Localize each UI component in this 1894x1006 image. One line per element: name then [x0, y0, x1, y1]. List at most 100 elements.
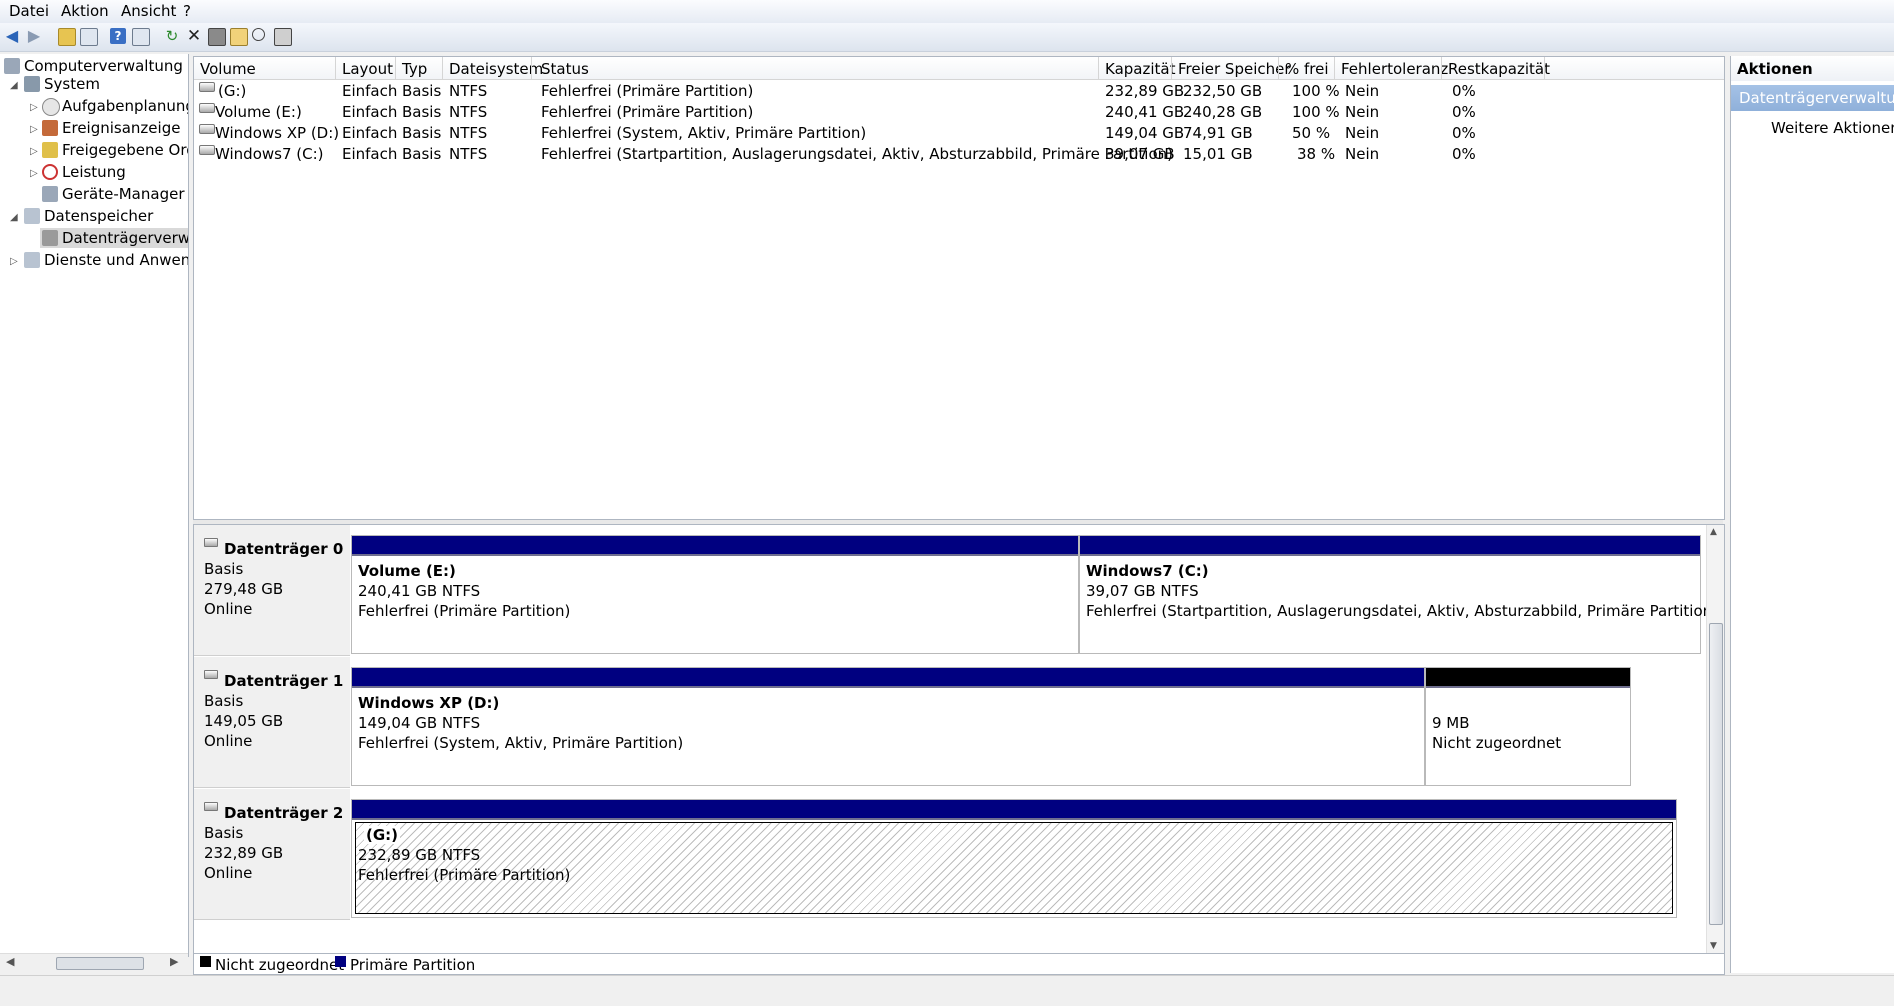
settings-icon[interactable]: [274, 28, 292, 46]
scroll-thumb[interactable]: [1709, 623, 1723, 925]
unallocated-swatch: [200, 956, 211, 967]
partition-g[interactable]: (G:) 232,89 GB NTFS Fehlerfrei (Primäre …: [351, 799, 1677, 918]
storage-icon: [24, 208, 40, 224]
primary-partition-bar: [352, 668, 1424, 688]
expand-arrow-icon[interactable]: ▷: [30, 124, 38, 135]
tree-root[interactable]: Computerverwaltung (Lo: [4, 56, 188, 76]
menu-file[interactable]: Datei: [9, 2, 49, 20]
scroll-up-icon[interactable]: ▲: [1710, 527, 1717, 537]
shared-folder-icon: [42, 142, 58, 158]
system-tools-icon: [24, 76, 40, 92]
column-layout[interactable]: Layout: [342, 60, 393, 78]
partition-windows-xp-d[interactable]: Windows XP (D:) 149,04 GB NTFS Fehlerfre…: [351, 667, 1425, 786]
search-icon[interactable]: [252, 28, 265, 41]
volume-list: Volume Layout Typ Dateisystem Status Kap…: [193, 56, 1725, 520]
status-bar: [0, 975, 1894, 1006]
show-hide-pane-icon[interactable]: [132, 28, 150, 46]
legend-unallocated: Nicht zugeordnet: [215, 956, 345, 974]
menu-view[interactable]: Ansicht: [121, 2, 176, 20]
table-row[interactable]: Volume (E:) Einfach Basis NTFS Fehlerfre…: [194, 101, 1724, 122]
console-tree-icon[interactable]: [80, 28, 98, 46]
actions-pane: Aktionen Datenträgerverwaltu... Weitere …: [1730, 56, 1894, 973]
disk-view: Datenträger 0 Basis 279,48 GB Online Vol…: [193, 524, 1725, 954]
menu-bar: Datei Aktion Ansicht ?: [0, 0, 1894, 23]
partition-windows7-c[interactable]: Windows7 (C:) 39,07 GB NTFS Fehlerfrei (…: [1079, 535, 1718, 654]
properties-icon[interactable]: [208, 28, 226, 46]
primary-partition-bar: [352, 536, 1078, 556]
drive-icon: [199, 145, 215, 155]
delete-icon[interactable]: ✕: [186, 28, 202, 45]
forward-icon[interactable]: ▶: [26, 28, 42, 44]
tree-item-services[interactable]: Dienste und Anwendu: [24, 250, 188, 270]
disk-icon: [204, 538, 218, 547]
back-icon[interactable]: ◀: [4, 28, 20, 44]
unallocated-bar: [1426, 668, 1630, 688]
up-folder-icon[interactable]: [58, 28, 76, 46]
tree-item-storage[interactable]: Datenspeicher: [24, 206, 153, 226]
volume-list-header: Volume Layout Typ Dateisystem Status Kap…: [194, 57, 1724, 80]
tree-item-task-scheduler[interactable]: Aufgabenplanung: [42, 96, 188, 116]
disk-1-label[interactable]: Datenträger 1 Basis 149,05 GB Online: [194, 657, 350, 788]
scroll-thumb[interactable]: [56, 957, 144, 970]
legend-primary: Primäre Partition: [350, 956, 476, 974]
open-icon[interactable]: [230, 28, 248, 46]
expand-arrow-icon[interactable]: ▷: [30, 146, 38, 157]
disk-icon: [204, 670, 218, 679]
primary-partition-bar: [352, 800, 1676, 820]
disk-2-label[interactable]: Datenträger 2 Basis 232,89 GB Online: [194, 789, 350, 920]
expand-arrow-icon[interactable]: ▷: [10, 256, 18, 267]
column-free-space[interactable]: Freier Speicher: [1178, 60, 1291, 78]
tree-item-device-manager[interactable]: Geräte-Manager: [42, 184, 184, 204]
column-fault-tolerance[interactable]: Fehlertoleranz: [1341, 60, 1448, 78]
tree-item-event-viewer[interactable]: Ereignisanzeige: [42, 118, 180, 138]
table-row[interactable]: (G:) Einfach Basis NTFS Fehlerfrei (Prim…: [194, 80, 1724, 101]
collapse-arrow-icon[interactable]: ◢: [10, 80, 18, 91]
console-tree: Computerverwaltung (Lo ◢ System ▷ Aufgab…: [0, 54, 189, 957]
column-status[interactable]: Status: [541, 60, 589, 78]
column-percent-free[interactable]: % frei: [1285, 60, 1329, 78]
tree-item-performance[interactable]: Leistung: [42, 162, 126, 182]
device-manager-icon: [42, 186, 58, 202]
actions-header: Aktionen: [1731, 56, 1894, 81]
performance-icon: [42, 164, 58, 180]
event-viewer-icon: [42, 120, 58, 136]
tree-item-disk-management[interactable]: Datenträgerverwalt: [40, 228, 188, 248]
menu-action[interactable]: Aktion: [61, 2, 109, 20]
drive-icon: [199, 103, 215, 113]
menu-help[interactable]: ?: [183, 2, 191, 20]
partition-unallocated[interactable]: 9 MB Nicht zugeordnet: [1425, 667, 1631, 786]
column-type[interactable]: Typ: [402, 60, 427, 78]
clock-icon: [42, 98, 60, 116]
services-icon: [24, 252, 40, 268]
column-volume[interactable]: Volume: [200, 60, 256, 78]
actions-disk-management[interactable]: Datenträgerverwaltu...: [1731, 85, 1894, 111]
tree-item-shared-folders[interactable]: Freigegebene Ordn: [42, 140, 188, 160]
disk-view-vertical-scrollbar[interactable]: ▲ ▼: [1706, 525, 1724, 953]
scroll-right-icon[interactable]: ▶: [170, 955, 178, 968]
table-row[interactable]: Windows XP (D:) Einfach Basis NTFS Fehle…: [194, 122, 1724, 143]
primary-swatch: [335, 956, 346, 967]
more-actions-link[interactable]: Weitere Aktionen: [1771, 119, 1894, 137]
table-row[interactable]: Windows7 (C:) Einfach Basis NTFS Fehlerf…: [194, 143, 1724, 164]
tree-item-system[interactable]: System: [24, 74, 100, 94]
help-icon[interactable]: ?: [110, 28, 126, 44]
collapse-arrow-icon[interactable]: ◢: [10, 212, 18, 223]
scroll-left-icon[interactable]: ◀: [6, 955, 14, 968]
primary-partition-bar: [1080, 536, 1700, 556]
tree-horizontal-scrollbar[interactable]: ◀ ▶: [0, 953, 188, 972]
computer-management-icon: [4, 58, 20, 74]
partition-volume-e[interactable]: Volume (E:) 240,41 GB NTFS Fehlerfrei (P…: [351, 535, 1079, 654]
column-overhead[interactable]: Restkapazität: [1448, 60, 1550, 78]
column-capacity[interactable]: Kapazität: [1105, 60, 1175, 78]
disk-icon: [204, 802, 218, 811]
disk-0-label[interactable]: Datenträger 0 Basis 279,48 GB Online: [194, 525, 350, 656]
toolbar: ◀ ▶ ? ↻ ✕: [0, 23, 1894, 52]
refresh-icon[interactable]: ↻: [164, 28, 180, 44]
drive-icon: [199, 82, 215, 92]
drive-icon: [199, 124, 215, 134]
expand-arrow-icon[interactable]: ▷: [30, 102, 38, 113]
column-filesystem[interactable]: Dateisystem: [449, 60, 543, 78]
expand-arrow-icon[interactable]: ▷: [30, 168, 38, 179]
scroll-down-icon[interactable]: ▼: [1710, 941, 1717, 951]
legend: Nicht zugeordnet Primäre Partition: [193, 953, 1725, 975]
